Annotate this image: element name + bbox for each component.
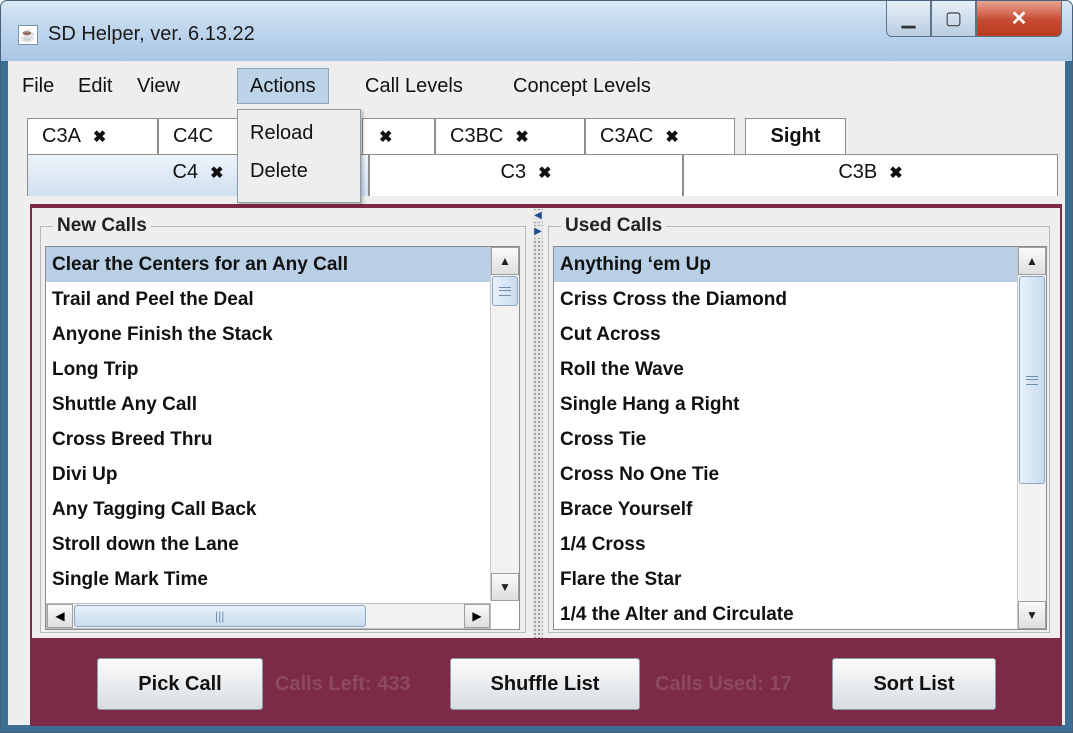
list-item[interactable]: Any Tagging Call Back: [46, 492, 519, 527]
list-item[interactable]: Clear the Centers for an Any Call: [46, 247, 519, 282]
maximize-icon: ▢: [944, 8, 962, 28]
new-calls-items: Clear the Centers for an Any Call Trail a…: [46, 247, 519, 597]
minimize-button[interactable]: ▁: [886, 1, 931, 37]
pick-call-button[interactable]: Pick Call: [97, 658, 263, 710]
used-calls-title: Used Calls: [561, 215, 667, 237]
list-item[interactable]: 1/4 the Alter and Circulate: [554, 597, 1046, 629]
close-x-icon[interactable]: ✖: [889, 165, 902, 182]
list-item[interactable]: Brace Yourself: [554, 492, 1046, 527]
calls-left-status: Calls Left: 433: [275, 673, 411, 695]
tab-label: C3AC: [600, 125, 654, 147]
menu-item-delete[interactable]: Delete: [238, 154, 360, 188]
menu-call-levels[interactable]: Call Levels: [353, 68, 475, 104]
sort-list-button[interactable]: Sort List: [832, 658, 996, 710]
menu-view[interactable]: View: [125, 68, 192, 104]
menu-item-reload[interactable]: Reload: [238, 116, 360, 150]
menu-bar: File Edit View Actions Call Levels Conce…: [8, 61, 1065, 109]
calls-used-status: Calls Used: 17: [655, 673, 792, 695]
list-item[interactable]: Criss Cross the Diamond: [554, 282, 1046, 317]
close-x-icon[interactable]: ✖: [379, 129, 392, 146]
list-item[interactable]: Flare the Star: [554, 562, 1046, 597]
tab-c3b[interactable]: C3B ✖: [683, 154, 1058, 196]
list-item[interactable]: Cross Breed Thru: [46, 422, 519, 457]
scroll-right-icon[interactable]: ▶: [464, 604, 490, 628]
tab-content: New Calls Clear the Centers for an Any C…: [30, 204, 1062, 726]
scroll-thumb[interactable]: [492, 276, 518, 306]
maximize-button[interactable]: ▢: [931, 1, 976, 37]
close-button[interactable]: ✕: [976, 1, 1062, 37]
shuffle-list-button[interactable]: Shuffle List: [450, 658, 640, 710]
tab-label: C3A: [42, 125, 81, 147]
list-item[interactable]: Stroll down the Lane: [46, 527, 519, 562]
used-calls-panel: Used Calls Anything ‘em Up Criss Cross th…: [543, 208, 1060, 638]
list-item[interactable]: Anyone Finish the Stack: [46, 317, 519, 352]
tab-c3bc[interactable]: C3BC ✖: [435, 118, 585, 154]
collapse-left-icon[interactable]: ◀: [533, 210, 543, 222]
grip-icon: |||: [215, 609, 225, 623]
list-item[interactable]: Trail and Peel the Deal: [46, 282, 519, 317]
tab-label: C3BC: [450, 125, 504, 147]
new-calls-hscrollbar[interactable]: ◀ ||| ▶: [46, 603, 491, 629]
scroll-up-icon[interactable]: ▲: [1018, 247, 1046, 275]
new-calls-list[interactable]: Clear the Centers for an Any Call Trail a…: [45, 246, 520, 630]
client-area: File Edit View Actions Call Levels Conce…: [8, 61, 1065, 726]
used-calls-list[interactable]: Anything ‘em Up Criss Cross the Diamond Cu…: [553, 246, 1047, 630]
scroll-down-icon[interactable]: ▼: [1018, 601, 1046, 629]
close-x-icon[interactable]: ✖: [93, 129, 106, 146]
tab-label: C4C: [173, 125, 214, 147]
title-bar[interactable]: ☕ SD Helper, ver. 6.13.22 ▁ ▢ ✕: [1, 1, 1072, 61]
close-icon: ✕: [1010, 8, 1028, 30]
tab-label: C4: [172, 161, 199, 183]
list-item[interactable]: Shuttle Any Call: [46, 387, 519, 422]
scroll-up-icon[interactable]: ▲: [491, 247, 519, 275]
list-item[interactable]: Roll the Wave: [554, 352, 1046, 387]
split-divider[interactable]: ◀ ▶: [533, 208, 543, 638]
menu-file[interactable]: File: [10, 68, 66, 104]
list-item[interactable]: Long Trip: [46, 352, 519, 387]
new-calls-vscrollbar[interactable]: ▲ ▼: [490, 247, 519, 601]
app-window: ☕ SD Helper, ver. 6.13.22 ▁ ▢ ✕ File Edi…: [0, 0, 1073, 733]
list-item[interactable]: Cross Tie: [554, 422, 1046, 457]
list-item[interactable]: Divi Up: [46, 457, 519, 492]
scroll-down-icon[interactable]: ▼: [491, 573, 519, 601]
tab-c3[interactable]: C3 ✖: [369, 154, 683, 196]
menu-edit[interactable]: Edit: [66, 68, 124, 104]
scroll-left-icon[interactable]: ◀: [47, 604, 73, 628]
collapse-right-icon[interactable]: ▶: [533, 226, 543, 238]
tab-label: C3: [500, 161, 527, 183]
new-calls-panel: New Calls Clear the Centers for an Any C…: [32, 208, 533, 638]
close-x-icon[interactable]: ✖: [665, 129, 678, 146]
hscroll-thumb[interactable]: |||: [74, 605, 366, 627]
used-calls-vscrollbar[interactable]: ▲ ▼: [1017, 247, 1046, 629]
grip-icon: [1026, 376, 1038, 385]
tab-label: Sight: [770, 125, 821, 147]
used-calls-items: Anything ‘em Up Criss Cross the Diamond Cu…: [554, 247, 1046, 629]
list-item[interactable]: Anything ‘em Up: [554, 247, 1046, 282]
window-title: SD Helper, ver. 6.13.22: [48, 23, 255, 45]
new-calls-title: New Calls: [53, 215, 151, 237]
minimize-icon: ▁: [901, 8, 916, 28]
java-cup-icon: ☕: [18, 25, 38, 45]
list-item[interactable]: Single Hang a Right: [554, 387, 1046, 422]
tab-c3ac[interactable]: C3AC ✖: [585, 118, 735, 154]
scroll-thumb[interactable]: [1019, 276, 1045, 484]
actions-dropdown: Reload Delete: [237, 109, 361, 203]
tab-c3a[interactable]: C3A ✖: [27, 118, 158, 154]
list-item[interactable]: Cut Across: [554, 317, 1046, 352]
window-controls: ▁ ▢ ✕: [886, 1, 1062, 39]
tab-hidden[interactable]: ✖: [362, 118, 435, 154]
list-item[interactable]: 1/4 Cross: [554, 527, 1046, 562]
close-x-icon[interactable]: ✖: [515, 129, 528, 146]
list-item[interactable]: Cross No One Tie: [554, 457, 1046, 492]
close-x-icon[interactable]: ✖: [538, 165, 551, 182]
grip-icon: [499, 287, 511, 296]
menu-concept-levels[interactable]: Concept Levels: [501, 68, 663, 104]
menu-actions[interactable]: Actions: [237, 68, 329, 104]
list-item[interactable]: Single Mark Time: [46, 562, 519, 597]
close-x-icon[interactable]: ✖: [210, 165, 223, 182]
tab-sight[interactable]: Sight: [745, 118, 846, 154]
tab-label: C3B: [838, 161, 878, 183]
